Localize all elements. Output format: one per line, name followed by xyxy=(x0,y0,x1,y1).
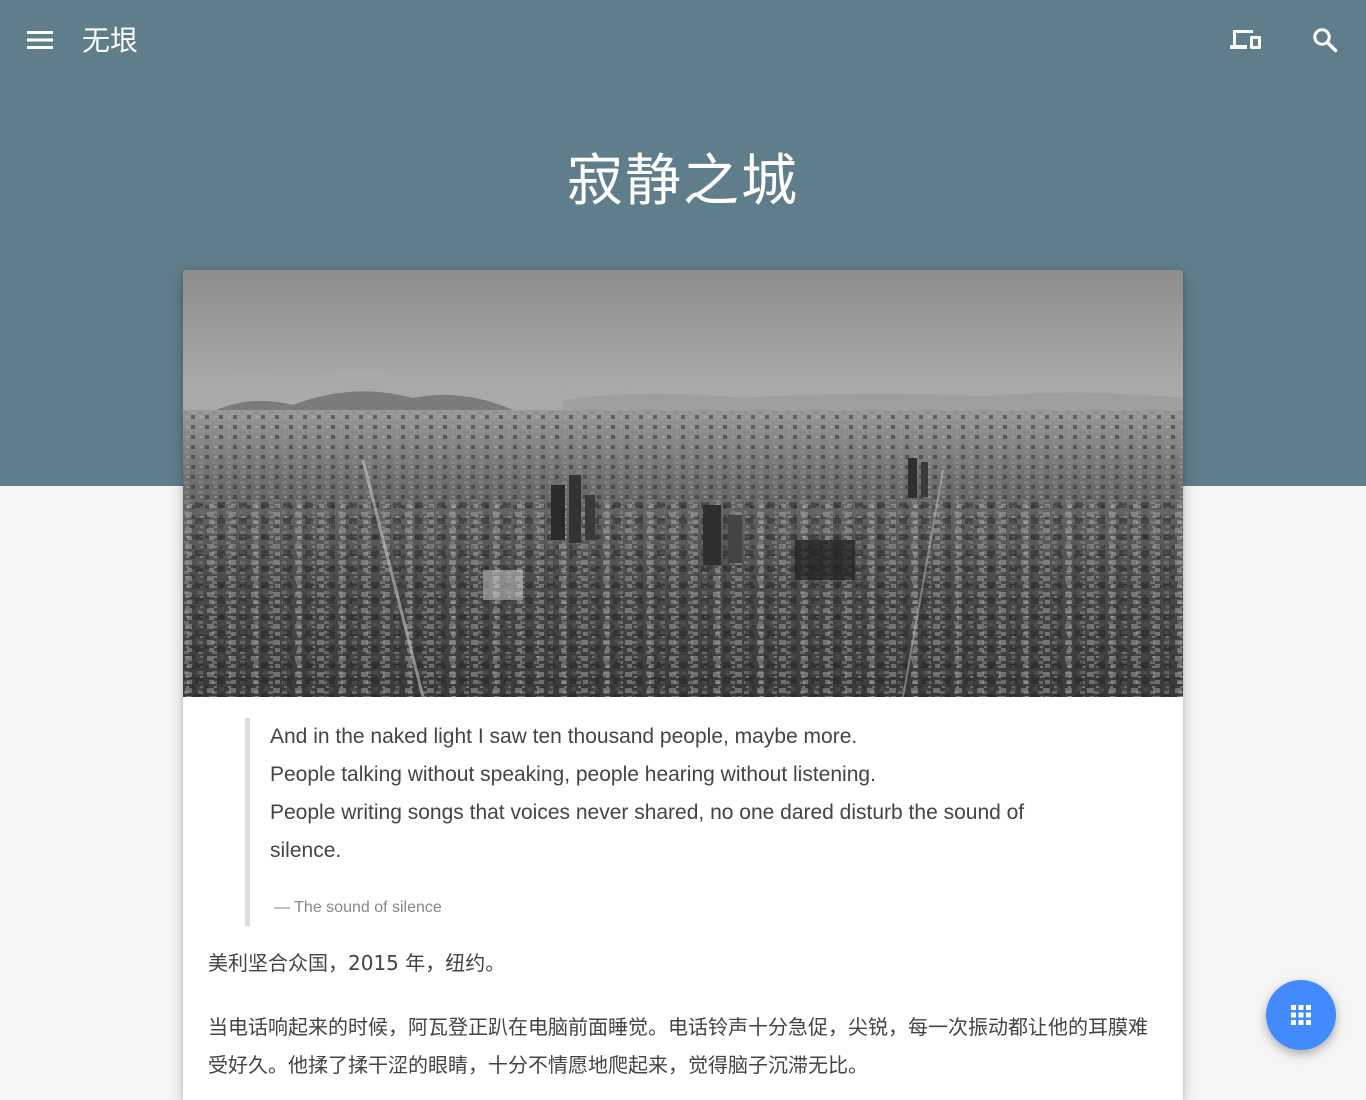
devices-icon xyxy=(1230,30,1261,49)
top-app-bar: 无垠 xyxy=(0,0,1366,82)
search-icon xyxy=(1313,28,1338,53)
quote-line: People talking without speaking, people … xyxy=(270,763,876,786)
article-card: And in the naked light I saw ten thousan… xyxy=(183,270,1183,1100)
quote-line: silence. xyxy=(270,839,342,862)
menu-icon xyxy=(27,31,53,49)
menu-button[interactable] xyxy=(20,20,60,60)
devices-button[interactable] xyxy=(1226,20,1266,60)
article-paragraph: 当电话响起来的时候，阿瓦登正趴在电脑前面睡觉。电话铃声十分急促，尖锐，每一次振动… xyxy=(208,1015,1148,1077)
site-title[interactable]: 无垠 xyxy=(82,22,138,60)
apps-fab-button[interactable] xyxy=(1266,980,1336,1050)
page-title: 寂静之城 xyxy=(567,149,799,214)
blockquote: And in the naked light I saw ten thousan… xyxy=(245,718,1125,926)
cover-image xyxy=(183,270,1183,697)
apps-grid-icon xyxy=(1291,1005,1311,1025)
search-button[interactable] xyxy=(1305,20,1345,60)
quote-line: And in the naked light I saw ten thousan… xyxy=(270,725,858,748)
quote-line: People writing songs that voices never s… xyxy=(270,801,1025,824)
article-paragraph: 美利坚合众国，2015 年，纽约。 xyxy=(208,951,506,975)
quote-citation: — The sound of silence xyxy=(274,899,442,916)
